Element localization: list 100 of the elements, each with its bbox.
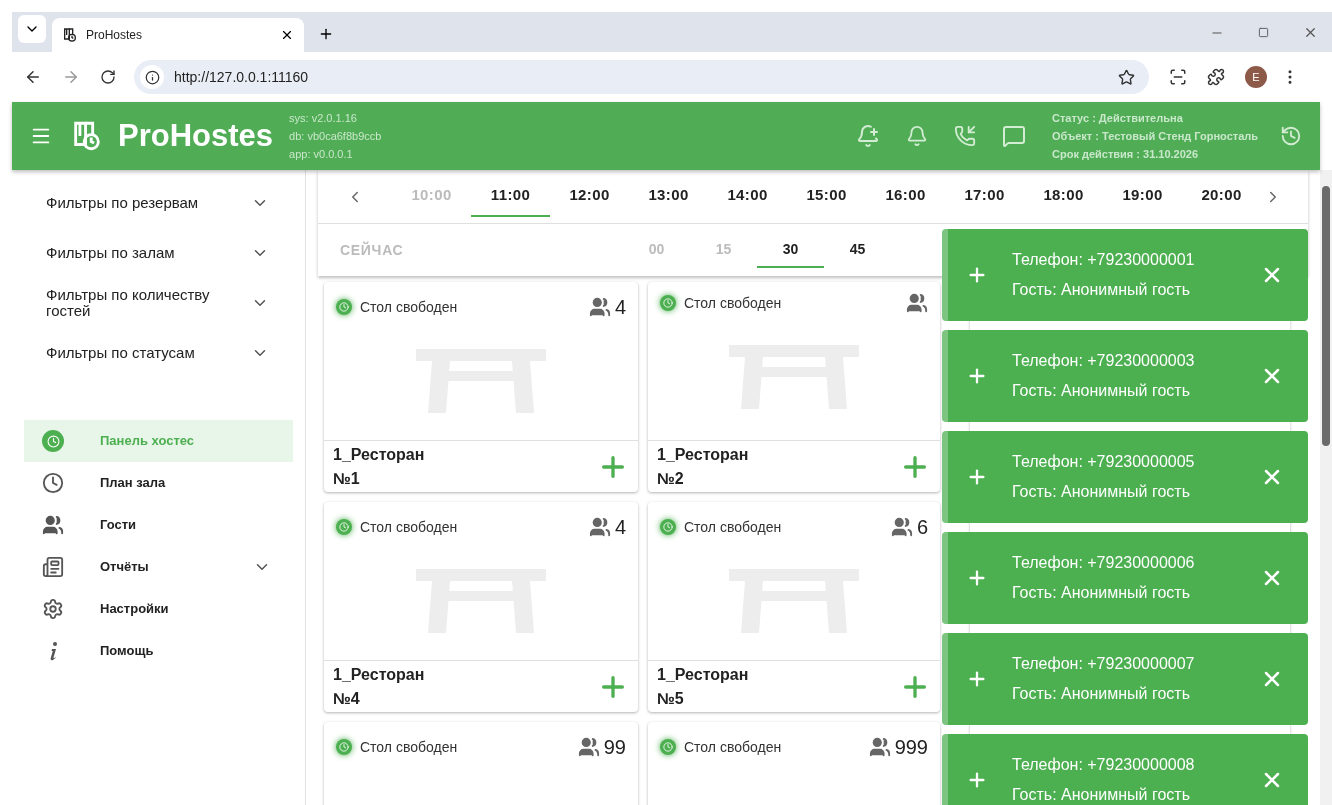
guest-text: Гость: Анонимный гость: [1012, 785, 1191, 805]
guest-count: 99: [603, 735, 626, 760]
nav-item[interactable]: Отчёты: [24, 546, 293, 588]
hour-tab[interactable]: 19:00: [1103, 176, 1182, 217]
clock-icon: [660, 295, 676, 311]
nav-label: Настройки: [100, 600, 170, 619]
hall-name: 1_Ресторан: [657, 444, 749, 465]
profile-avatar[interactable]: E: [1245, 66, 1267, 88]
clock-icon: [42, 472, 64, 494]
license-text: Срок действия : 31.10.2026: [1052, 147, 1200, 162]
hour-tab[interactable]: 20:00: [1182, 176, 1261, 217]
table-number: №2: [657, 468, 685, 489]
close-icon[interactable]: [280, 28, 294, 42]
nav-label: Отчёты: [100, 558, 150, 577]
logo-icon: [62, 27, 78, 43]
guest-text: Гость: Анонимный гость: [1012, 381, 1191, 401]
tab-list-button[interactable]: [18, 15, 46, 43]
nav-item[interactable]: Гости: [24, 504, 293, 546]
browser-tab[interactable]: ProHostes: [52, 18, 304, 52]
reload-icon[interactable]: [100, 69, 116, 85]
table-card[interactable]: Стол свободен 6 1_Ресторан №5: [648, 502, 940, 712]
guest-count: 4: [614, 515, 626, 540]
hour-tab[interactable]: 16:00: [866, 176, 945, 217]
clock-refresh-icon[interactable]: [1280, 125, 1302, 147]
forward-icon[interactable]: [62, 68, 80, 86]
hour-tab[interactable]: 14:00: [708, 176, 787, 217]
clock-icon: [336, 739, 352, 755]
nav-item[interactable]: Помощь: [24, 630, 293, 672]
back-icon[interactable]: [24, 68, 42, 86]
minute-tab[interactable]: 30: [757, 232, 824, 268]
nav-label: Гости: [100, 516, 138, 535]
url-text: http://127.0.0.1:11160: [174, 67, 310, 87]
filter-dropdown[interactable]: Фильтры по резервам: [12, 178, 305, 228]
people-icon: [42, 514, 64, 536]
maximize-icon[interactable]: [1258, 27, 1269, 38]
guest-text: Гость: Анонимный гость: [1012, 583, 1191, 603]
hour-tab[interactable]: 13:00: [629, 176, 708, 217]
new-tab-icon[interactable]: [318, 26, 334, 42]
table-card[interactable]: Стол свободен 99: [324, 722, 638, 805]
app-logo: ProHostes: [118, 116, 274, 155]
guests-icon: [588, 516, 611, 538]
message-icon[interactable]: [1002, 124, 1026, 148]
bookmark-icon[interactable]: [1118, 68, 1135, 86]
guests-icon: [868, 736, 891, 758]
phone-text: Телефон: +79230000006: [1012, 553, 1196, 573]
screenshot-icon[interactable]: [1169, 68, 1187, 86]
clock-icon: [336, 519, 352, 535]
table-number: №4: [333, 688, 361, 709]
document-icon: [42, 555, 64, 579]
guest-text: Гость: Анонимный гость: [1012, 482, 1191, 502]
nav-item[interactable]: Настройки: [24, 588, 293, 630]
nav-item[interactable]: План зала: [24, 462, 293, 504]
settings-icon: [42, 598, 64, 620]
phone-text: Телефон: +79230000003: [1012, 351, 1196, 371]
filter-dropdown[interactable]: Фильтры по количеству гостей: [12, 278, 305, 328]
table-number: №5: [657, 688, 685, 709]
clock-icon: [660, 739, 676, 755]
hour-tab[interactable]: 18:00: [1024, 176, 1103, 217]
extensions-icon[interactable]: [1207, 68, 1225, 86]
license-text: Объект : Тестовый Стенд Горносталь: [1052, 129, 1260, 144]
hour-tab[interactable]: 17:00: [945, 176, 1024, 217]
site-info-icon[interactable]: [140, 65, 164, 89]
phone-text: Телефон: +79230000008: [1012, 755, 1196, 775]
hour-tab[interactable]: 15:00: [787, 176, 866, 217]
guest-count: 6: [916, 515, 928, 540]
table-status: Стол свободен: [360, 297, 458, 317]
table-card[interactable]: Стол свободен 4 1_Ресторан №1: [324, 282, 638, 492]
phone-icon[interactable]: [954, 125, 976, 147]
hour-tab[interactable]: 12:00: [550, 176, 629, 217]
nav-label: Панель хостес: [100, 432, 196, 451]
guest-count: 999: [894, 735, 928, 760]
minute-tab[interactable]: 45: [824, 232, 891, 268]
guests-icon: [890, 516, 913, 538]
table-card[interactable]: Стол свободен 1_Ресторан №2: [648, 282, 940, 492]
address-bar[interactable]: http://127.0.0.1:11160: [134, 60, 1149, 94]
table-status: Стол свободен: [684, 737, 782, 757]
tab-title: ProHostes: [86, 27, 144, 44]
version-text: sys: v2.0.1.16: [289, 111, 358, 126]
version-text: app: v0.0.0.1: [289, 147, 354, 162]
table-card[interactable]: Стол свободен 999: [648, 722, 940, 805]
table-card[interactable]: Стол свободен 4 1_Ресторан №4: [324, 502, 638, 712]
table-status: Стол свободен: [684, 517, 782, 537]
table-status: Стол свободен: [360, 517, 458, 537]
nav-label: План зала: [100, 474, 167, 493]
hour-tab[interactable]: 11:00: [471, 176, 550, 217]
table-status: Стол свободен: [360, 737, 458, 757]
version-text: db: vb0ca6f8b9ccb: [289, 129, 382, 144]
clock-icon: [660, 519, 676, 535]
table-status: Стол свободен: [684, 293, 782, 313]
phone-text: Телефон: +79230000007: [1012, 654, 1196, 674]
filter-dropdown[interactable]: Фильтры по залам: [12, 228, 305, 278]
filter-dropdown[interactable]: Фильтры по статусам: [12, 328, 305, 378]
bell-icon[interactable]: [906, 125, 928, 147]
nav-label: Помощь: [100, 642, 155, 661]
info-icon: [48, 641, 58, 661]
license-text: Статус : Действительна: [1052, 111, 1184, 126]
clock-icon: [42, 430, 64, 452]
guests-icon: [906, 292, 928, 314]
bell-plus-icon[interactable]: [856, 124, 880, 148]
hall-name: 1_Ресторан: [333, 664, 425, 685]
